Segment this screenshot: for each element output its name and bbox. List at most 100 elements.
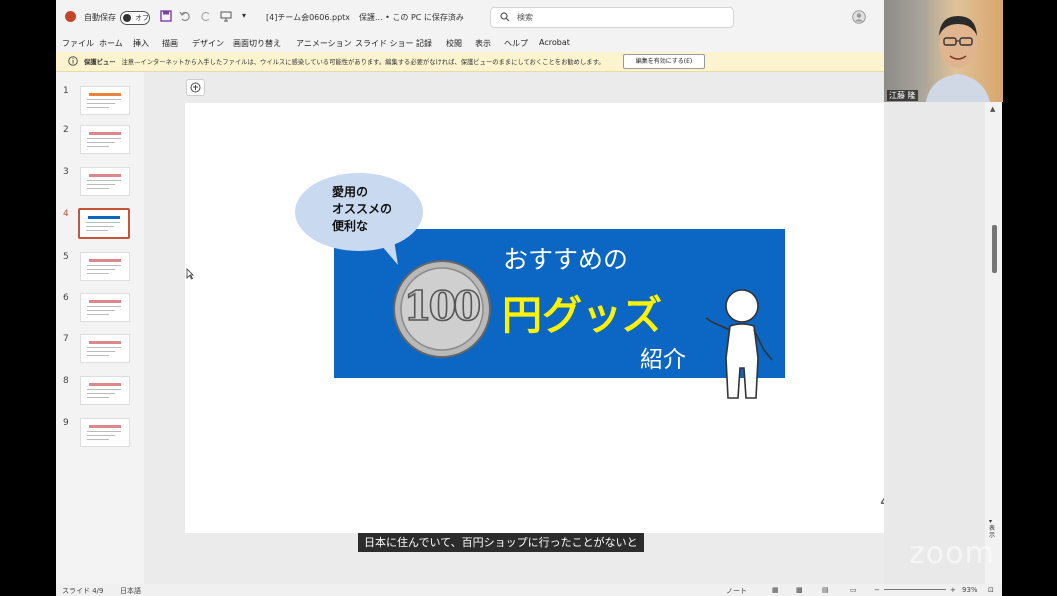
slideshow-view-icon[interactable]: ▭ <box>850 586 857 594</box>
tab-animations[interactable]: アニメーション <box>296 38 352 49</box>
search-box[interactable]: 検索 <box>490 7 734 28</box>
presentation-icon[interactable] <box>220 10 232 22</box>
thumbnail-line <box>87 103 115 104</box>
tab-file[interactable]: ファイル <box>62 38 94 49</box>
status-bar: スライド 4/9 日本語 ノート ▦ ▩ ▤ ▭ − + 93% ⊡ <box>56 584 1002 596</box>
bubble-text: 愛用の オススメの 便利な <box>332 185 393 233</box>
mouse-cursor-icon <box>186 268 194 280</box>
slide-thumbnail[interactable] <box>80 376 130 405</box>
scroll-up-arrow-icon[interactable]: ▲ <box>990 105 995 113</box>
scrollbar-thumb[interactable] <box>992 225 997 273</box>
tab-review[interactable]: 校閲 <box>446 38 462 49</box>
thumbnail-line <box>87 393 115 394</box>
thumbnail-preview <box>88 216 120 219</box>
protected-view-bar: 保護ビュー 注意—インターネットから入手したファイルは、ウイルスに感染している可… <box>56 52 884 72</box>
normal-view-icon[interactable]: ▦ <box>772 586 779 594</box>
tab-slideshow[interactable]: スライド ショー <box>355 38 414 49</box>
tab-help[interactable]: ヘルプ <box>504 38 528 49</box>
thumbnail-line <box>87 389 121 390</box>
thumbnail-preview <box>89 93 121 96</box>
title-bar: 自動保存 オフ ▾ [4]チーム会0606.pptx 保護... • この PC… <box>56 0 884 34</box>
thumbnail-number: 7 <box>63 334 69 344</box>
thumbnail-line <box>87 269 115 270</box>
zoom-slider[interactable] <box>884 589 946 590</box>
thumbnail-line <box>86 230 108 231</box>
save-icon[interactable] <box>160 10 172 22</box>
slide-count-status: スライド 4/9 <box>62 587 104 595</box>
thumbnail-number: 6 <box>63 293 69 303</box>
person-figure-icon <box>705 289 773 399</box>
slide-thumbnail[interactable] <box>80 293 130 322</box>
protected-view-label: 保護ビュー <box>84 59 116 66</box>
file-name: [4]チーム会0606.pptx <box>266 13 351 22</box>
participant-video: 江藤 隆 <box>884 0 1003 102</box>
thumbnail-preview <box>89 425 121 428</box>
tab-record[interactable]: 記録 <box>416 38 432 49</box>
autosave-toggle[interactable]: オフ <box>120 11 150 25</box>
thumbnail-preview <box>89 383 121 386</box>
zoom-in-icon[interactable]: + <box>950 586 956 594</box>
language-status[interactable]: 日本語 <box>120 586 141 596</box>
thumbnail-preview <box>89 341 121 344</box>
thumbnail-line <box>87 184 115 185</box>
document-state: 保護... • この PC に保存済み <box>359 13 464 22</box>
accessibility-icon <box>190 82 201 93</box>
protected-view-message: 注意—インターネットから入手したファイルは、ウイルスに感染している可能性がありま… <box>121 59 605 66</box>
thumbnail-preview <box>89 300 121 303</box>
side-arrow-icon: ▾ <box>989 518 993 525</box>
zoom-level[interactable]: 93% <box>962 586 978 594</box>
coin-text: 100 <box>403 282 482 331</box>
slide-sorter-icon[interactable]: ▩ <box>796 586 803 594</box>
accessibility-button[interactable] <box>186 79 205 96</box>
search-icon <box>500 12 510 22</box>
info-icon <box>68 56 78 66</box>
tab-acrobat[interactable]: Acrobat <box>539 38 570 47</box>
slide-thumbnail[interactable] <box>80 252 130 281</box>
thumbnail-line <box>87 107 109 108</box>
tab-design[interactable]: デザイン <box>192 38 224 49</box>
fit-slide-icon[interactable]: ⊡ <box>988 586 994 594</box>
autosave-label: 自動保存 <box>84 13 116 22</box>
slide-thumbnail[interactable] <box>80 418 130 447</box>
right-black-border <box>1003 0 1057 596</box>
account-icon[interactable] <box>852 10 866 24</box>
slide-title-line3: 紹介 <box>640 347 686 373</box>
slide-title-line2: 円グッズ <box>502 293 662 339</box>
slide-thumbnail[interactable] <box>80 125 130 154</box>
reading-view-icon[interactable]: ▤ <box>822 586 829 594</box>
notes-button[interactable]: ノート <box>726 586 747 596</box>
vertical-scrollbar[interactable] <box>985 102 1002 584</box>
thumbnail-preview <box>89 259 121 262</box>
thumbnail-line <box>87 273 109 274</box>
tab-transitions[interactable]: 画面切り替え <box>233 38 281 49</box>
thumbnail-line <box>87 347 121 348</box>
thumbnail-number: 4 <box>63 209 69 219</box>
slide-thumbnail[interactable] <box>78 208 130 239</box>
slide-thumbnail[interactable] <box>80 86 130 115</box>
toggle-knob <box>123 14 131 22</box>
thumbnail-line <box>86 226 114 227</box>
ribbon-tab-bar <box>56 34 884 52</box>
zoom-out-icon[interactable]: − <box>874 586 880 594</box>
participant-avatar <box>926 16 990 102</box>
thumbnail-line <box>87 439 109 440</box>
thumbnail-line <box>87 314 109 315</box>
redo-icon[interactable] <box>200 10 212 22</box>
tab-home[interactable]: ホーム <box>99 38 123 49</box>
thumbnail-line <box>87 306 121 307</box>
tab-draw[interactable]: 描画 <box>162 38 178 49</box>
slide-thumbnail[interactable] <box>80 167 130 196</box>
thumbnail-line <box>87 355 109 356</box>
thumbnail-line <box>87 180 121 181</box>
tab-view[interactable]: 表示 <box>475 38 491 49</box>
autosave-state: オフ <box>135 14 149 22</box>
customize-qat-chevron-icon[interactable]: ▾ <box>242 11 246 20</box>
enable-editing-button[interactable]: 編集を有効にする(E) <box>623 54 705 69</box>
powerpoint-logo-icon <box>65 11 76 22</box>
thumbnail-line <box>86 222 120 223</box>
thumbnail-line <box>87 351 115 352</box>
undo-icon[interactable] <box>179 10 191 22</box>
tab-insert[interactable]: 挿入 <box>133 38 149 49</box>
slide-thumbnail[interactable] <box>80 334 130 363</box>
thumbnail-line <box>87 310 115 311</box>
